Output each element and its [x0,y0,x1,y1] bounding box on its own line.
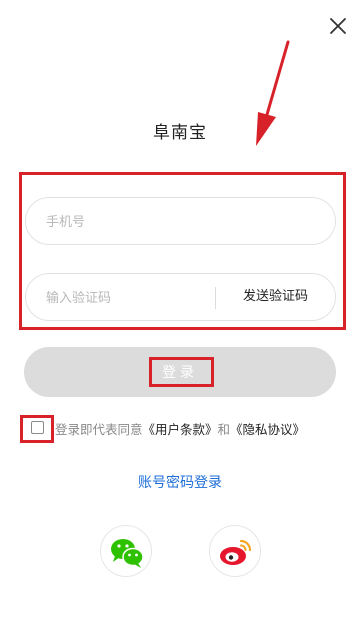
annotation-box-form [19,172,346,330]
wechat-login-button[interactable] [100,525,152,577]
agreement-and: 和 [217,422,231,437]
annotation-arrow [256,40,290,146]
terms-link[interactable]: 《用户条款》 [143,422,218,437]
annotation-box-login [149,357,214,387]
close-button[interactable] [326,14,350,38]
weibo-icon [220,539,252,565]
page-title: 阜南宝 [153,123,207,143]
wechat-icon [111,539,144,568]
agreement-text: 登录即代表同意《用户条款》和《隐私协议》 [55,419,305,438]
agreement-prefix: 登录即代表同意 [55,422,143,437]
weibo-login-button[interactable] [209,525,261,577]
privacy-link[interactable]: 《隐私协议》 [230,422,305,437]
annotation-box-checkbox [20,415,54,443]
password-login-link[interactable]: 账号密码登录 [0,472,360,492]
close-icon [330,18,346,34]
